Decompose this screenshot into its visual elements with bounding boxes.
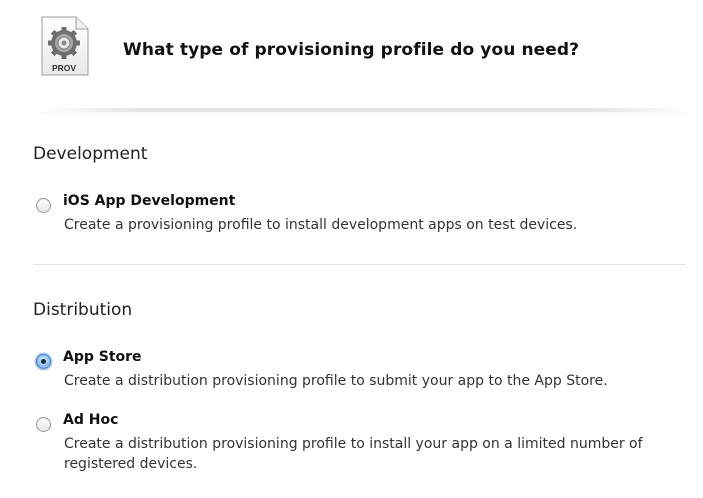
gear-icon bbox=[48, 27, 80, 59]
option-description: Create a provisioning profile to install… bbox=[64, 217, 578, 233]
provisioning-profile-file-icon: PROV bbox=[41, 16, 89, 76]
option-label: iOS App Development bbox=[63, 193, 236, 209]
page-title: What type of provisioning profile do you… bbox=[123, 40, 580, 60]
option-ios-app-development[interactable]: iOS App Development Create a provisionin… bbox=[36, 193, 696, 237]
option-description: Create a distribution provisioning profi… bbox=[64, 373, 608, 389]
header-separator bbox=[40, 108, 690, 112]
header: PROV What type of provisioning profile d… bbox=[0, 0, 703, 110]
section-title-distribution: Distribution bbox=[33, 300, 133, 320]
radio-ios-app-development[interactable] bbox=[36, 198, 51, 213]
radio-ad-hoc[interactable] bbox=[36, 417, 51, 432]
radio-app-store[interactable] bbox=[36, 354, 51, 369]
option-app-store[interactable]: App Store Create a distribution provisio… bbox=[36, 349, 696, 393]
option-label: Ad Hoc bbox=[63, 412, 119, 428]
option-ad-hoc[interactable]: Ad Hoc Create a distribution provisionin… bbox=[36, 412, 696, 476]
option-description: Create a distribution provisioning profi… bbox=[64, 436, 643, 472]
option-label: App Store bbox=[63, 349, 142, 365]
section-divider bbox=[33, 264, 686, 265]
svg-text:PROV: PROV bbox=[52, 63, 76, 73]
section-title-development: Development bbox=[33, 144, 148, 164]
